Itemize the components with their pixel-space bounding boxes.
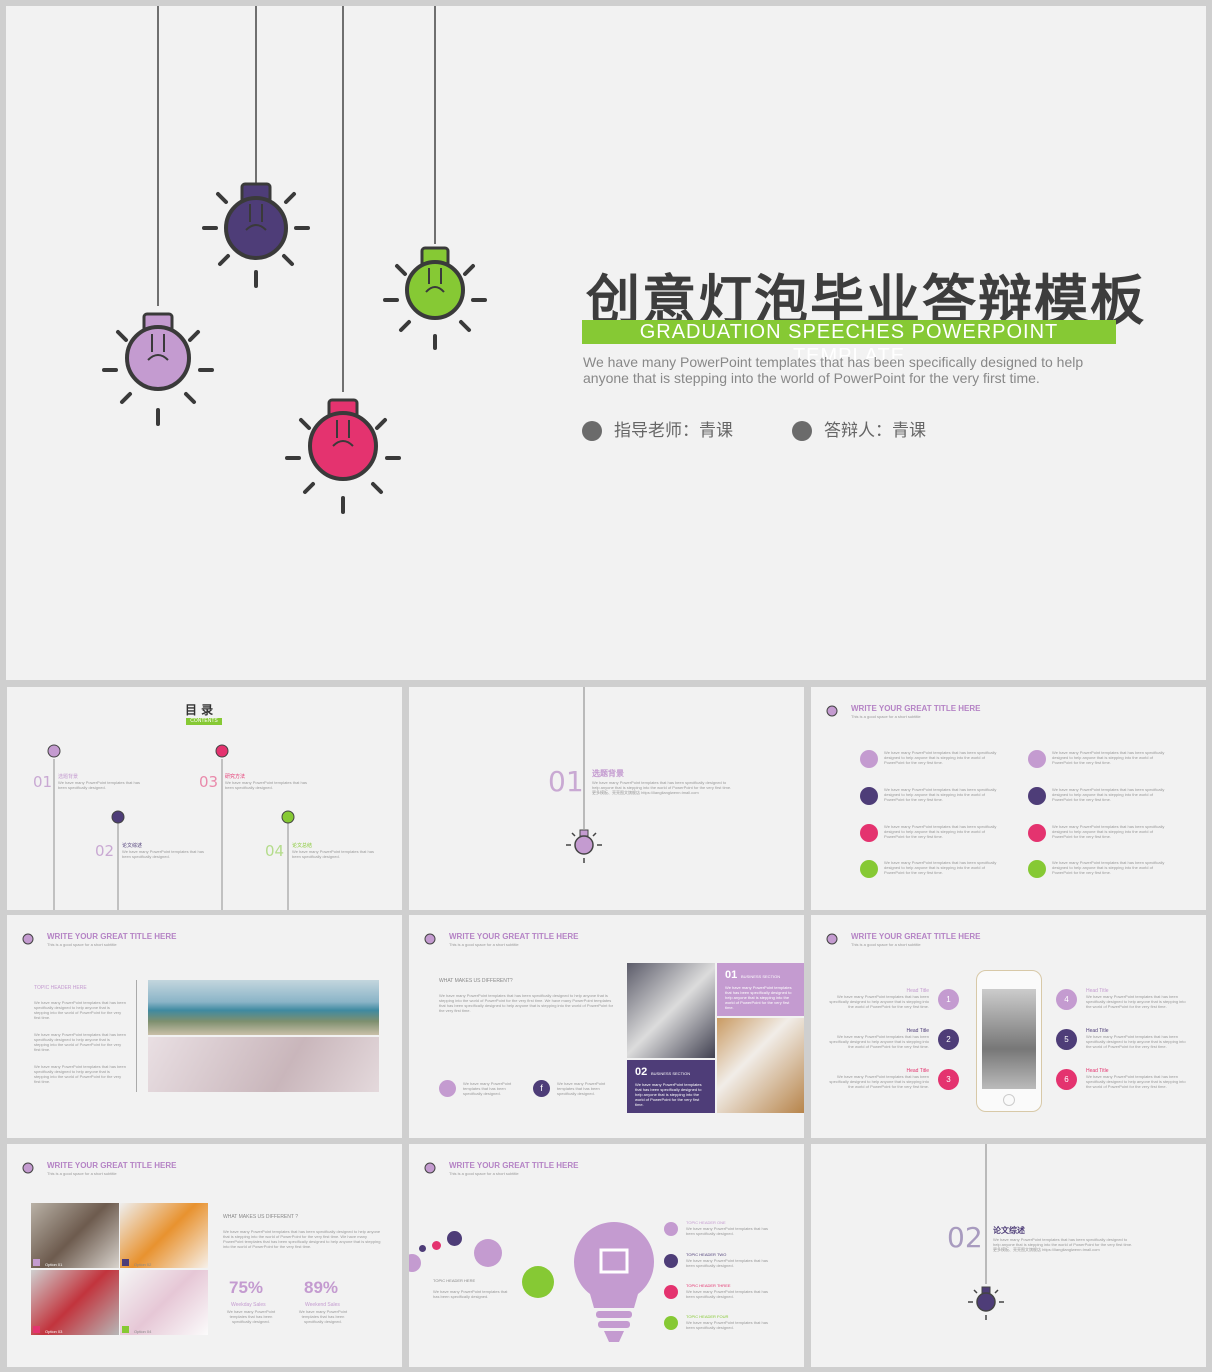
step-marker: 5 bbox=[1056, 1029, 1077, 1050]
building-photo bbox=[627, 963, 715, 1058]
toc-item-4[interactable]: 04 论文总结 We have many PowerPoint templates… bbox=[265, 842, 374, 861]
slide-title: WRITE YOUR GREAT TITLE HERE bbox=[851, 932, 981, 941]
toc-item-3[interactable]: 03 研究方法 We have many PowerPoint templates… bbox=[199, 773, 307, 792]
advisor-text: 指导老师：青课 bbox=[614, 421, 733, 441]
topic-header: TOPIC HEADER HERE bbox=[433, 1278, 476, 1283]
thumbnail-section-01[interactable]: 01 选题背景 We have many PowerPoint template… bbox=[409, 687, 804, 910]
main-subtitle: GRADUATION SPEECHES POWERPOINT TEMPLATE bbox=[582, 320, 1116, 367]
feature-icon bbox=[1028, 860, 1046, 878]
lightbulb-icon bbox=[111, 810, 125, 824]
respondent-line: 答辩人：青课 bbox=[792, 416, 926, 441]
lightbulb-icon bbox=[22, 933, 34, 945]
business-box-2: 02 BUSINESS SECTION We have many PowerPo… bbox=[627, 1060, 715, 1113]
feature-icon bbox=[860, 787, 878, 805]
lightbulb-icon bbox=[424, 933, 436, 945]
slide-subtitle: This is a good space for a short subtitl… bbox=[449, 1171, 519, 1176]
lightbulb-icon bbox=[202, 182, 310, 288]
option-photo-3: Option 03 bbox=[31, 1270, 119, 1335]
slide-subtitle: This is a good space for a short subtitl… bbox=[449, 942, 519, 947]
section-label: 论文综述 bbox=[993, 1226, 1025, 1235]
twitter-icon[interactable] bbox=[439, 1080, 456, 1097]
user-icon bbox=[582, 421, 602, 441]
thumbnail-options[interactable]: WRITE YOUR GREAT TITLE HERE This is a go… bbox=[7, 1144, 402, 1367]
stat-value: 89% bbox=[304, 1278, 339, 1297]
section-text: We have many PowerPoint templates that h… bbox=[993, 1237, 1133, 1252]
feature-icon bbox=[860, 824, 878, 842]
step-marker: 1 bbox=[938, 989, 959, 1010]
feature-icon bbox=[1028, 750, 1046, 768]
section-number: 01 bbox=[548, 765, 584, 798]
toc-item-1[interactable]: 01 选题背景 We have many PowerPoint templates… bbox=[33, 773, 140, 792]
main-description: We have many PowerPoint templates that h… bbox=[583, 354, 1084, 386]
section-label: 选题背景 bbox=[592, 769, 624, 778]
topic-header: TOPIC HEADER HERE bbox=[34, 985, 87, 991]
bell-icon bbox=[522, 1266, 554, 1298]
microphone-icon bbox=[792, 421, 812, 441]
desk-photo bbox=[717, 1018, 804, 1113]
feature-icon bbox=[860, 860, 878, 878]
title-slide[interactable]: 创意灯泡毕业答辩模板 GRADUATION SPEECHES POWERPOIN… bbox=[6, 6, 1206, 680]
toc-item-2[interactable]: 02 论文综述 We have many PowerPoint templates… bbox=[95, 842, 204, 861]
thumbnail-toc[interactable]: 目 录 CONTENTS 01 选题背景 We have many PowerPo… bbox=[7, 687, 402, 910]
stat-value: 75% bbox=[229, 1278, 264, 1297]
slide-title: WRITE YOUR GREAT TITLE HERE bbox=[851, 704, 981, 713]
pen-photo bbox=[148, 1037, 379, 1092]
feature-icon bbox=[860, 750, 878, 768]
section-number: 02 bbox=[947, 1221, 983, 1254]
lightbulb-icon bbox=[285, 398, 401, 514]
lightbulb-icon bbox=[47, 744, 61, 758]
thumbnail-photo-text[interactable]: WRITE YOUR GREAT TITLE HERE This is a go… bbox=[7, 915, 402, 1138]
phone-mockup bbox=[976, 970, 1042, 1112]
option-photo-2: Option 02 bbox=[120, 1203, 208, 1268]
slide-subtitle: This is a good space for a short subtitl… bbox=[851, 714, 921, 719]
slide-subtitle: This is a good space for a short subtitl… bbox=[47, 942, 117, 947]
lightbulb-icon bbox=[383, 246, 487, 350]
option-photo-1: Option 01 bbox=[31, 1203, 119, 1268]
thumbnail-phone[interactable]: WRITE YOUR GREAT TITLE HERE This is a go… bbox=[811, 915, 1206, 1138]
thumbnail-icon-grid[interactable]: WRITE YOUR GREAT TITLE HERE This is a go… bbox=[811, 687, 1206, 910]
section-header: WHAT MAKES US DIFFERENT ? bbox=[223, 1214, 299, 1220]
slide-subtitle: This is a good space for a short subtitl… bbox=[47, 1171, 117, 1176]
facebook-icon[interactable]: f bbox=[533, 1080, 550, 1097]
lightbulb-icon bbox=[826, 933, 838, 945]
seaside-photo bbox=[148, 980, 379, 1035]
slide-title: WRITE YOUR GREAT TITLE HERE bbox=[47, 932, 177, 941]
slide-title: WRITE YOUR GREAT TITLE HERE bbox=[47, 1161, 177, 1170]
respondent-text: 答辩人：青课 bbox=[824, 421, 926, 441]
lightbulb-icon bbox=[215, 744, 229, 758]
thumbnail-section-02[interactable]: 02 论文综述 We have many PowerPoint template… bbox=[811, 1144, 1206, 1367]
thumbnail-big-bulb[interactable]: WRITE YOUR GREAT TITLE HERE This is a go… bbox=[409, 1144, 804, 1367]
section-text: We have many PowerPoint templates that h… bbox=[592, 780, 732, 795]
slide-title: WRITE YOUR GREAT TITLE HERE bbox=[449, 932, 579, 941]
stat-label: Weekday Sales bbox=[231, 1302, 266, 1308]
step-marker: 4 bbox=[1056, 989, 1077, 1010]
step-marker: 6 bbox=[1056, 1069, 1077, 1090]
advisor-line: 指导老师：青课 bbox=[582, 416, 733, 441]
step-marker: 3 bbox=[938, 1069, 959, 1090]
lightbulb-icon bbox=[826, 705, 838, 717]
lightbulb-icon bbox=[102, 312, 214, 426]
thumbnail-business[interactable]: WRITE YOUR GREAT TITLE HERE This is a go… bbox=[409, 915, 804, 1138]
slide-title: WRITE YOUR GREAT TITLE HERE bbox=[449, 1161, 579, 1170]
feature-icon bbox=[1028, 787, 1046, 805]
stat-label: Weekend Sales bbox=[305, 1302, 340, 1308]
section-header: WHAT MAKES US DIFFERENT? bbox=[439, 978, 513, 984]
lightbulb-icon bbox=[281, 810, 295, 824]
lightbulb-icon bbox=[424, 1162, 436, 1174]
option-photo-4: Option 04 bbox=[120, 1270, 208, 1335]
feature-icon bbox=[1028, 824, 1046, 842]
divider bbox=[136, 980, 137, 1092]
toc-lines bbox=[47, 744, 295, 910]
business-box-1: 01 BUSINESS SECTION We have many PowerPo… bbox=[717, 963, 804, 1016]
step-marker: 2 bbox=[938, 1029, 959, 1050]
lightbulb-icon bbox=[22, 1162, 34, 1174]
lightbulb-icon bbox=[968, 1286, 1004, 1320]
lightbulb-icon bbox=[574, 1222, 654, 1342]
lightbulb-icon bbox=[566, 829, 602, 863]
slide-subtitle: This is a good space for a short subtitl… bbox=[851, 942, 921, 947]
microphone-icon bbox=[474, 1239, 502, 1267]
